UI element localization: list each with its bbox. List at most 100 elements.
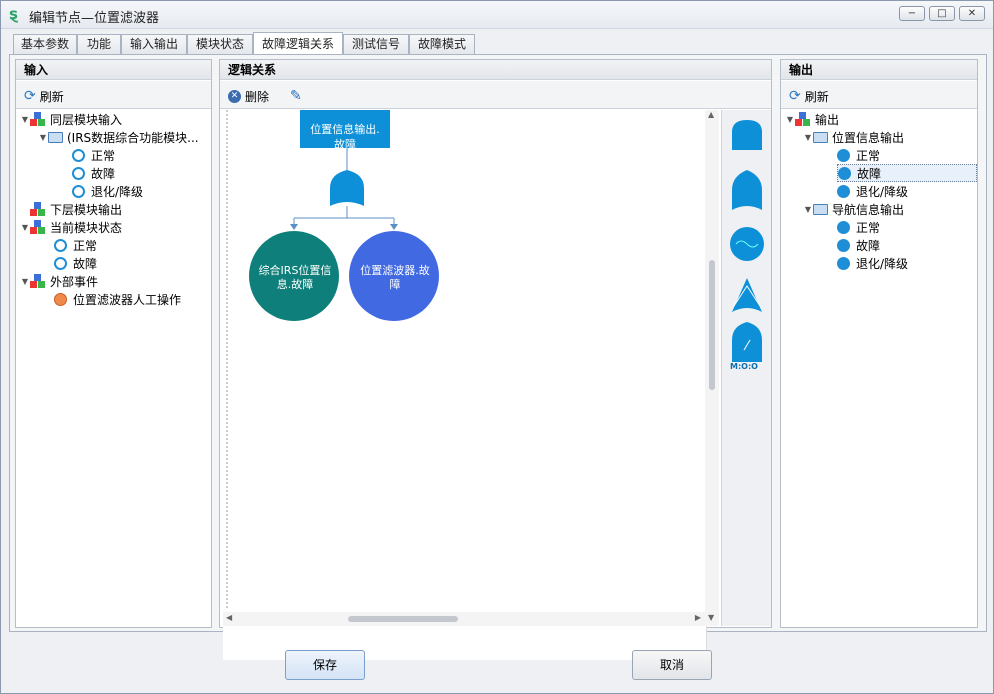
tree-node-irs-folder[interactable]: ▼ (IRS数据综合功能模块...	[38, 128, 199, 146]
minimize-button[interactable]: −	[899, 6, 925, 21]
or-gate-icon[interactable]	[330, 170, 364, 206]
edit-button[interactable]: ✎	[290, 87, 302, 105]
tab-fault-mode[interactable]: 故障模式	[409, 34, 475, 55]
expand-arrow-icon[interactable]: ▼	[20, 223, 30, 232]
child2-label: 位置滤波器.故 障	[360, 264, 430, 291]
input-tree: ▼ 同层模块输入 ▼ (IRS数据综合功能模块... 正常 故障 退化/降级 下层模…	[16, 110, 211, 627]
status-dot-icon	[837, 256, 850, 270]
tree-node-output-root[interactable]: ▼ 输出	[785, 110, 839, 128]
tab-test-signal[interactable]: 测试信号	[343, 34, 409, 55]
tree-label: 当前模块状态	[50, 220, 123, 235]
tree-label: 退化/降级	[91, 184, 144, 199]
tree-label: 故障	[856, 238, 881, 253]
input-toolbar: ⟳ 刷新	[16, 81, 211, 109]
gate-palette: M:O:O	[721, 110, 771, 626]
logic-canvas[interactable]: 位置信息输出. 故障 综合IRS位置信 息.故障 位置滤波器.故 障	[223, 108, 707, 660]
status-dot-icon	[838, 166, 851, 180]
folder-open-icon	[48, 131, 63, 143]
tree-node-external-events[interactable]: ▼ 外部事件	[20, 272, 98, 290]
tree-label: 外部事件	[50, 274, 99, 289]
tree-node-position-fault[interactable]: 故障	[837, 164, 977, 182]
tab-function[interactable]: 功能	[77, 34, 121, 55]
tab-basic-params[interactable]: 基本参数	[13, 34, 77, 55]
tree-label: 故障	[857, 166, 882, 181]
status-dot-icon	[837, 148, 850, 162]
tab-fault-logic[interactable]: 故障逻辑关系	[253, 32, 343, 56]
delete-button[interactable]: ✕ 删除	[228, 87, 269, 105]
tree-node-irs-normal[interactable]: 正常	[72, 146, 115, 164]
tree-node-nav-output[interactable]: ▼ 导航信息输出	[803, 200, 904, 218]
canvas-vertical-scrollbar[interactable]: ▲ ▼	[705, 110, 719, 626]
module-blocks-icon	[30, 202, 46, 216]
tab-module-state[interactable]: 模块状态	[187, 34, 253, 55]
tree-label: 下层模块输出	[50, 202, 123, 217]
event-circle-icon	[54, 292, 67, 306]
or-gate-palette-icon[interactable]	[732, 170, 762, 210]
canvas-horizontal-scrollbar[interactable]: ◀ ▶	[223, 612, 705, 626]
app-logo-icon: ȿ	[9, 5, 18, 23]
status-dot-icon	[837, 220, 850, 234]
tree-label: 导航信息输出	[832, 202, 905, 217]
voting-gate-label: M:O:O	[730, 362, 758, 371]
save-button[interactable]: 保存	[285, 650, 365, 680]
and-gate-icon[interactable]	[732, 120, 762, 150]
arrowhead-right-icon	[390, 224, 398, 230]
horizontal-scroll-thumb[interactable]	[348, 616, 458, 622]
close-button[interactable]: ✕	[959, 6, 985, 21]
tree-label: 正常	[856, 148, 881, 163]
tree-node-position-output[interactable]: ▼ 位置信息输出	[803, 128, 904, 146]
tree-node-same-layer[interactable]: ▼ 同层模块输入	[20, 110, 122, 128]
vertical-scroll-thumb[interactable]	[709, 260, 715, 390]
tree-node-nav-fault[interactable]: 故障	[837, 236, 880, 254]
module-blocks-icon	[30, 220, 46, 234]
fault-logic-page: 输入 ⟳ 刷新 ▼ 同层模块输入 ▼ (IRS数据综合功能模块... 正常 故障 退…	[9, 54, 987, 660]
output-node-label: 位置信息输出. 故障	[310, 123, 380, 151]
maximize-button[interactable]: □	[929, 6, 955, 21]
xor-gate-icon[interactable]	[732, 278, 762, 312]
voting-gate-icon[interactable]	[732, 322, 762, 362]
tree-node-position-degraded[interactable]: 退化/降级	[837, 182, 908, 200]
tree-label: (IRS数据综合功能模块...	[67, 130, 199, 145]
scroll-up-icon[interactable]: ▲	[708, 110, 714, 119]
tree-node-manual-op[interactable]: 位置滤波器人工操作	[54, 290, 181, 308]
scroll-left-icon[interactable]: ◀	[226, 613, 232, 622]
tree-node-current-fault[interactable]: 故障	[54, 254, 97, 272]
expand-arrow-icon[interactable]: ▼	[785, 115, 795, 124]
input-refresh-label: 刷新	[39, 89, 64, 104]
tree-node-current-state[interactable]: ▼ 当前模块状态	[20, 218, 122, 236]
status-ring-icon	[54, 238, 67, 252]
logic-panel: 逻辑关系 ✕ 删除 ✎ 位置信息输出. 故障 综合IRS位置信 息.故障 位置滤…	[219, 59, 772, 660]
input-panel-header: 输入	[16, 60, 211, 80]
tree-node-position-normal[interactable]: 正常	[837, 146, 880, 164]
delete-icon: ✕	[228, 89, 241, 103]
scroll-down-icon[interactable]: ▼	[708, 613, 714, 622]
palette-shapes	[730, 120, 764, 362]
module-blocks-icon	[30, 112, 46, 126]
tree-label: 退化/降级	[856, 256, 909, 271]
expand-arrow-icon[interactable]: ▼	[38, 133, 48, 142]
refresh-icon: ⟳	[24, 88, 36, 104]
tree-node-lower-layer[interactable]: 下层模块输出	[30, 200, 122, 218]
arrowhead-left-icon	[290, 224, 298, 230]
output-refresh-button[interactable]: ⟳ 刷新	[789, 87, 829, 105]
tree-node-nav-normal[interactable]: 正常	[837, 218, 880, 236]
tree-node-irs-degraded[interactable]: 退化/降级	[72, 182, 143, 200]
output-tree: ▼ 输出 ▼ 位置信息输出 正常 故障 退化/降级 ▼ 导航信息输出 正常 故障 退化…	[781, 110, 977, 627]
expand-arrow-icon[interactable]: ▼	[803, 133, 813, 142]
tree-label: 同层模块输入	[50, 112, 123, 127]
cancel-button[interactable]: 取消	[632, 650, 712, 680]
pencil-icon: ✎	[290, 88, 302, 104]
expand-arrow-icon[interactable]: ▼	[20, 115, 30, 124]
tab-io[interactable]: 输入输出	[121, 34, 187, 55]
input-refresh-button[interactable]: ⟳ 刷新	[24, 87, 64, 105]
refresh-icon: ⟳	[789, 88, 801, 104]
tree-label: 正常	[91, 148, 116, 163]
tree-node-irs-fault[interactable]: 故障	[72, 164, 115, 182]
status-ring-icon	[72, 166, 85, 180]
scroll-right-icon[interactable]: ▶	[695, 613, 701, 622]
tree-node-current-normal[interactable]: 正常	[54, 236, 97, 254]
expand-arrow-icon[interactable]: ▼	[20, 277, 30, 286]
expand-arrow-icon[interactable]: ▼	[803, 205, 813, 214]
tree-node-nav-degraded[interactable]: 退化/降级	[837, 254, 908, 272]
folder-open-icon	[813, 203, 828, 215]
